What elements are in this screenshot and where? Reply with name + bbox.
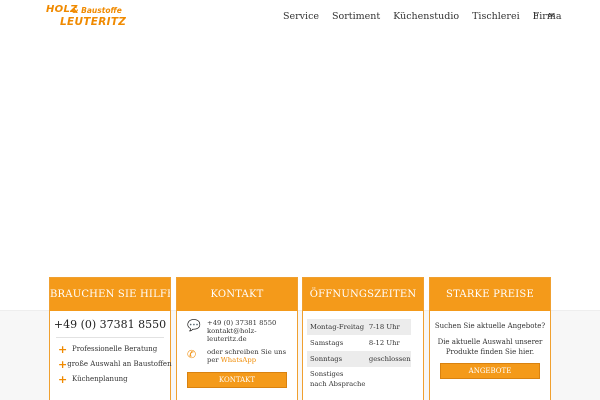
hours-day: Montag-Freitag bbox=[307, 319, 366, 335]
hours-time: 8-12 Uhr bbox=[368, 339, 400, 347]
table-row: Sonntags geschlossen bbox=[307, 351, 411, 367]
table-row: Samstags 8-12 Uhr bbox=[307, 335, 411, 351]
contact-box-title: KONTAKT bbox=[177, 278, 297, 311]
hours-day-other: Sonstiges nach Absprache bbox=[310, 370, 366, 388]
chat-bubbles-icon: 💬 bbox=[187, 319, 201, 332]
nav-item-sortiment[interactable]: Sortiment bbox=[332, 11, 380, 22]
offers-box: STARKE PREISE Suchen Sie aktuelle Angebo… bbox=[429, 277, 551, 400]
opening-hours-table: Montag-Freitag 7-18 Uhr Samstags 8-12 Uh… bbox=[307, 319, 411, 389]
help-phone-number[interactable]: +49 (0) 37381 8550 bbox=[50, 318, 170, 331]
offers-question: Suchen Sie aktuelle Angebote? bbox=[434, 322, 546, 330]
hours-day: Samstags bbox=[310, 339, 344, 347]
nav-item-service[interactable]: Service bbox=[283, 11, 319, 22]
list-item: + Küchenplanung bbox=[58, 373, 128, 386]
feature-list: + Professionelle Beratung + große Auswahl … bbox=[58, 342, 172, 387]
hero-area bbox=[0, 36, 600, 276]
contact-button[interactable]: KONTAKT bbox=[187, 372, 287, 388]
offers-box-title: STARKE PREISE bbox=[430, 278, 550, 311]
plus-icon: + bbox=[58, 358, 68, 371]
contact-email-line1[interactable]: kontakt@holz- bbox=[207, 327, 276, 335]
site-logo[interactable]: HOLZ & Baustoffe LEUTERITZ bbox=[46, 4, 127, 30]
envelope-icon[interactable]: ✉ bbox=[548, 11, 555, 20]
plus-icon: + bbox=[58, 343, 68, 356]
contact-box: KONTAKT 💬 +49 (0) 37381 8550 kontakt@hol… bbox=[176, 277, 298, 400]
table-row: Sonstiges nach Absprache bbox=[307, 367, 411, 389]
logo-leuteritz-text: LEUTERITZ bbox=[60, 16, 127, 28]
divider bbox=[56, 337, 164, 338]
whatsapp-text: oder schreiben Sie uns bbox=[207, 348, 287, 356]
help-box: BRAUCHEN SIE HILFE? +49 (0) 37381 8550 +… bbox=[49, 277, 172, 400]
offers-description-line1: Die aktuelle Auswahl unserer bbox=[437, 338, 543, 346]
site-header: HOLZ & Baustoffe LEUTERITZ Service Sorti… bbox=[0, 0, 600, 36]
help-box-title: BRAUCHEN SIE HILFE? bbox=[50, 278, 170, 311]
whatsapp-link[interactable]: WhatsApp bbox=[221, 356, 256, 364]
logo-baustoffe-text: & Baustoffe bbox=[72, 6, 122, 15]
hours-time bbox=[366, 367, 411, 389]
offers-description-line2: Produkte finden Sie hier. bbox=[445, 348, 535, 356]
hours-day: Sonntags bbox=[307, 351, 366, 367]
contact-phone[interactable]: +49 (0) 37381 8550 bbox=[207, 319, 276, 327]
nav-item-tischlerei[interactable]: Tischlerei bbox=[472, 11, 520, 22]
opening-hours-box: ÖFFNUNGSZEITEN Montag-Freitag 7-18 Uhr S… bbox=[302, 277, 424, 400]
list-item: + große Auswahl an Baustoffen bbox=[58, 358, 172, 371]
nav-item-kuechenstudio[interactable]: Küchenstudio bbox=[393, 11, 459, 22]
plus-icon: + bbox=[58, 373, 68, 386]
contact-email-line2[interactable]: leuteritz.de bbox=[207, 335, 276, 343]
hours-time: 7-18 Uhr bbox=[365, 319, 411, 335]
mobile-phone-icon[interactable]: ▯ bbox=[534, 11, 538, 20]
table-row: Montag-Freitag 7-18 Uhr bbox=[307, 319, 411, 335]
contact-phone-email-row: 💬 +49 (0) 37381 8550 kontakt@holz- leute… bbox=[187, 319, 297, 343]
opening-hours-title: ÖFFNUNGSZEITEN bbox=[303, 278, 423, 311]
contact-whatsapp-row: ✆ oder schreiben Sie uns per WhatsApp bbox=[187, 348, 297, 364]
nav-icon-group: ▯ ✉ bbox=[534, 11, 565, 20]
whatsapp-icon: ✆ bbox=[187, 348, 197, 361]
main-navigation: Service Sortiment Küchenstudio Tischlere… bbox=[283, 11, 561, 22]
hours-time: geschlossen bbox=[365, 351, 411, 367]
offers-button[interactable]: ANGEBOTE bbox=[440, 363, 540, 379]
list-item: + Professionelle Beratung bbox=[58, 343, 158, 356]
whatsapp-prefix: per bbox=[207, 356, 221, 364]
